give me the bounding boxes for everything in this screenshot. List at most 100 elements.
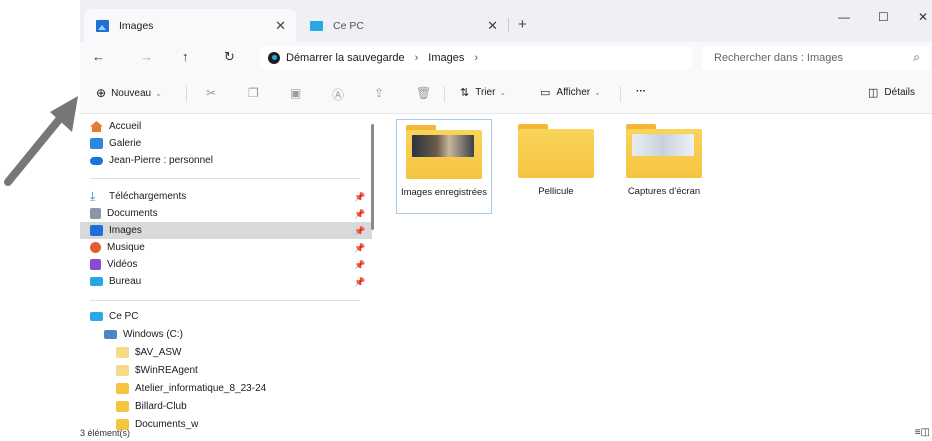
sort-icon: ⇅	[460, 87, 470, 99]
chevron-down-icon: ⌄	[594, 88, 601, 97]
details-button[interactable]: ◫ Détails	[868, 86, 915, 99]
download-icon: ⤓	[90, 189, 96, 203]
sidebar-item-label: Atelier_informatique_8_23-24	[135, 383, 267, 394]
back-button[interactable]: ←	[92, 49, 105, 64]
more-options-button[interactable]: ···	[636, 86, 646, 97]
sidebar-item-windows-c[interactable]: Windows (C:)	[104, 326, 183, 343]
view-icon: ▭	[540, 87, 551, 99]
search-icon[interactable]: ⌕	[913, 50, 920, 65]
tab-ce-pc[interactable]: Ce PC ✕	[298, 9, 508, 42]
close-tab-icon[interactable]: ✕	[487, 18, 498, 34]
chevron-right-icon[interactable]: ›	[474, 52, 478, 64]
item-count: 3 élément(s)	[80, 428, 131, 438]
folder-icon	[406, 125, 482, 179]
sidebar-folder-item[interactable]: $WinREAgent	[116, 362, 198, 379]
sidebar-item-label: Téléchargements	[109, 191, 187, 202]
annotation-arrow	[4, 96, 78, 186]
sidebar-scrollbar[interactable]	[371, 124, 374, 230]
up-button[interactable]: ↑	[182, 49, 189, 64]
new-label: Nouveau	[111, 87, 152, 99]
desktop-icon	[90, 277, 103, 286]
sidebar-item-videos[interactable]: Vidéos	[90, 256, 137, 273]
pin-icon[interactable]: 📌	[354, 226, 365, 237]
sidebar-item-documents[interactable]: Documents	[90, 205, 158, 222]
sidebar-item-musique[interactable]: Musique	[90, 239, 145, 256]
divider	[444, 86, 445, 102]
forward-button[interactable]: →	[140, 49, 153, 64]
cloud-icon	[90, 156, 103, 165]
rename-icon[interactable]: Ⓐ	[332, 86, 344, 103]
folder-icon	[518, 124, 594, 178]
minimize-button[interactable]: —	[838, 10, 850, 24]
pin-icon[interactable]: 📌	[354, 260, 365, 271]
backup-icon	[268, 52, 280, 64]
divider	[186, 86, 187, 102]
sidebar-item-label: Images	[109, 225, 142, 236]
sidebar-item-label: Musique	[107, 242, 145, 253]
tab-divider	[508, 18, 509, 32]
search-input[interactable]: Rechercher dans : Images ⌕	[702, 46, 930, 70]
new-tab-button[interactable]: +	[518, 16, 527, 33]
maximize-button[interactable]: ☐	[878, 10, 889, 24]
share-icon[interactable]: ⇪	[374, 86, 384, 100]
sidebar-item-label: Jean-Pierre : personnel	[109, 155, 213, 166]
pin-icon[interactable]: 📌	[354, 192, 365, 203]
sidebar-item-telechargements[interactable]: ⤓ Téléchargements	[90, 188, 186, 205]
folder-item[interactable]: Images enregistrées	[396, 119, 492, 214]
pin-icon[interactable]: 📌	[354, 277, 365, 288]
document-icon	[90, 208, 101, 219]
photo-preview	[412, 135, 474, 157]
view-button[interactable]: ▭ Afficher ⌄	[540, 86, 601, 99]
sidebar-item-label: Bureau	[109, 276, 142, 287]
sidebar-item-galerie[interactable]: Galerie	[90, 135, 141, 152]
divider	[620, 86, 621, 102]
close-tab-icon[interactable]: ✕	[275, 18, 286, 34]
folder-icon	[116, 383, 129, 394]
pin-icon[interactable]: 📌	[354, 209, 365, 220]
tab-title: Ce PC	[333, 19, 364, 32]
close-button[interactable]: ✕	[918, 10, 928, 24]
refresh-button[interactable]: ↻	[224, 49, 235, 65]
sidebar-folder-item[interactable]: Billard-Club	[116, 398, 187, 415]
pc-icon	[90, 312, 103, 321]
folder-name: Captures d’écran	[627, 186, 701, 197]
address-bar[interactable]: Démarrer la sauvegarde › Images ›	[260, 46, 692, 70]
file-explorer-window: Images ✕ Ce PC ✕ + — ☐ ✕ ← → ↑ ↻ Démarre…	[80, 0, 932, 441]
folder-icon	[116, 365, 129, 376]
tab-images[interactable]: Images ✕	[84, 9, 296, 42]
sidebar-item-images[interactable]: Images	[80, 222, 372, 239]
home-icon	[90, 121, 103, 132]
sidebar-item-label: Ce PC	[109, 311, 139, 322]
details-pane-icon: ◫	[868, 87, 879, 99]
sidebar-folder-item[interactable]: Atelier_informatique_8_23-24	[116, 380, 266, 397]
music-icon	[90, 242, 101, 253]
pin-icon[interactable]: 📌	[354, 243, 365, 254]
tab-title: Images	[119, 19, 154, 32]
new-button[interactable]: ⊕ Nouveau ⌄	[96, 86, 162, 100]
sidebar-item-bureau[interactable]: Bureau	[90, 273, 141, 290]
details-view-icon[interactable]: ≡◫	[915, 427, 930, 438]
sidebar-item-label: Documents	[107, 208, 158, 219]
plus-circle-icon: ⊕	[96, 86, 107, 100]
chevron-right-icon[interactable]: ›	[415, 52, 419, 64]
breadcrumb-images[interactable]: Images	[428, 52, 464, 64]
breadcrumb-backup[interactable]: Démarrer la sauvegarde	[286, 52, 405, 64]
delete-icon[interactable]: 🗑	[416, 86, 431, 100]
sort-button[interactable]: ⇅ Trier ⌄	[460, 86, 506, 99]
sidebar-item-accueil[interactable]: Accueil	[90, 118, 141, 135]
sidebar-item-ce-pc[interactable]: Ce PC	[90, 308, 138, 325]
navigation-pane: Accueil Galerie Jean-Pierre : personnel …	[80, 114, 374, 430]
details-label: Détails	[884, 87, 915, 98]
paste-icon[interactable]: ▣	[290, 86, 301, 100]
gallery-icon	[90, 138, 103, 149]
sort-label: Trier	[475, 87, 496, 98]
folder-item[interactable]: Pellicule	[508, 119, 604, 214]
folder-name: Images enregistrées	[400, 187, 488, 198]
sidebar-folder-item[interactable]: $AV_ASW	[116, 344, 182, 361]
copy-icon[interactable]: ❐	[248, 86, 259, 100]
images-icon	[96, 19, 109, 32]
folder-item[interactable]: Captures d’écran	[616, 119, 712, 214]
cut-icon[interactable]: ✂	[206, 86, 216, 100]
sidebar-item-onedrive[interactable]: Jean-Pierre : personnel	[90, 152, 213, 169]
address-row: ← → ↑ ↻ Démarrer la sauvegarde › Images …	[80, 42, 932, 74]
